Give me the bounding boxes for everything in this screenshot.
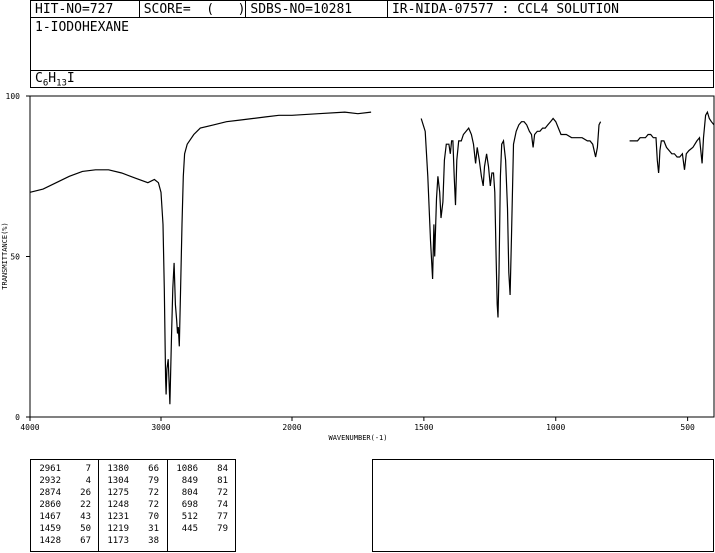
- structure-box: [372, 459, 714, 552]
- peak-wavenumber: 1219: [107, 524, 129, 534]
- peak-wavenumber: 1231: [107, 512, 129, 522]
- peak-table: 2961 7 2932 4 2874 26 2860 22 1467 43 1459 50 1428 67…: [30, 459, 236, 552]
- y-tick-label: 100: [6, 92, 21, 101]
- peak-transmittance: 22: [80, 500, 91, 510]
- peak-wavenumber: 445: [181, 524, 198, 534]
- peak-transmittance: 43: [80, 512, 91, 522]
- peak-column: 2961 7 2932 4 2874 26 2860 22 1467 43 1459 50 1428 67: [31, 460, 99, 551]
- peak-wavenumber: 512: [181, 512, 198, 522]
- spectrum-segment-3: [629, 110, 715, 174]
- peak-wavenumber: 2874: [39, 488, 61, 498]
- peak-transmittance: 67: [80, 536, 91, 546]
- peak-row: 1275 72: [99, 487, 167, 499]
- peak-transmittance: 79: [148, 476, 159, 486]
- peak-wavenumber: 1380: [107, 464, 129, 474]
- peak-transmittance: 74: [217, 500, 228, 510]
- y-tick-label: 0: [15, 413, 20, 422]
- peak-transmittance: 72: [148, 488, 159, 498]
- peak-transmittance: 81: [217, 476, 228, 486]
- peak-row: 1428 67: [31, 535, 98, 547]
- peak-row: 2961 7: [31, 463, 98, 475]
- peak-wavenumber: 804: [181, 488, 198, 498]
- peak-wavenumber: 849: [181, 476, 198, 486]
- peak-row: 1086 84: [168, 463, 235, 475]
- peak-wavenumber: 2932: [39, 476, 61, 486]
- x-tick-label: 4000: [20, 423, 39, 432]
- peak-row: 2860 22: [31, 499, 98, 511]
- x-tick-label: 1500: [414, 423, 433, 432]
- peak-row: 2932 4: [31, 475, 98, 487]
- peak-row: 804 72: [168, 487, 235, 499]
- peak-transmittance: 50: [80, 524, 91, 534]
- spectrum-segment-1: [29, 111, 372, 405]
- plot-frame: [29, 95, 715, 418]
- peak-row: 1304 79: [99, 475, 167, 487]
- peak-transmittance: 72: [217, 488, 228, 498]
- peak-wavenumber: 2961: [39, 464, 61, 474]
- x-tick-label: 2000: [282, 423, 301, 432]
- peak-row: 445 79: [168, 523, 235, 535]
- peak-transmittance: 26: [80, 488, 91, 498]
- peak-transmittance: 31: [148, 524, 159, 534]
- peak-wavenumber: 1428: [39, 536, 61, 546]
- peak-row: 1231 70: [99, 511, 167, 523]
- x-tick-label: 3000: [151, 423, 170, 432]
- peak-row: 1219 31: [99, 523, 167, 535]
- peak-wavenumber: 1086: [176, 464, 198, 474]
- peak-row: 1467 43: [31, 511, 98, 523]
- x-tick-label: 1000: [546, 423, 565, 432]
- peak-transmittance: 4: [85, 476, 91, 486]
- y-tick-label: 50: [10, 253, 20, 262]
- peak-wavenumber: 1275: [107, 488, 129, 498]
- peak-transmittance: 77: [217, 512, 228, 522]
- peak-wavenumber: 698: [181, 500, 198, 510]
- peak-wavenumber: 1173: [107, 536, 129, 546]
- peak-transmittance: 70: [148, 512, 159, 522]
- y-axis-label: TRANSMITTANCE(%): [1, 222, 9, 289]
- peak-transmittance: 84: [217, 464, 228, 474]
- peak-wavenumber: 1248: [107, 500, 129, 510]
- peak-column: 1380 66 1304 79 1275 72 1248 72 1231 70 1219 31 1173…: [99, 460, 168, 551]
- peak-transmittance: 72: [148, 500, 159, 510]
- peak-row: 1459 50: [31, 523, 98, 535]
- peak-transmittance: 38: [148, 536, 159, 546]
- x-axis-label: WAVENUMBER(-1): [328, 434, 387, 442]
- peak-wavenumber: 2860: [39, 500, 61, 510]
- peak-row: 2874 26: [31, 487, 98, 499]
- peak-wavenumber: 1467: [39, 512, 61, 522]
- peak-transmittance: 66: [148, 464, 159, 474]
- peak-row: 1380 66: [99, 463, 167, 475]
- peak-wavenumber: 1459: [39, 524, 61, 534]
- peak-transmittance: 7: [85, 464, 91, 474]
- x-tick-label: 500: [680, 423, 695, 432]
- peak-transmittance: 79: [217, 524, 228, 534]
- spectrum-segment-2: [420, 117, 602, 318]
- peak-row: 1173 38: [99, 535, 167, 547]
- peak-row: 849 81: [168, 475, 235, 487]
- peak-column: 1086 84 849 81 804 72 698 74 512 77 445 79: [168, 460, 235, 551]
- peak-wavenumber: 1304: [107, 476, 129, 486]
- peak-row: 512 77: [168, 511, 235, 523]
- peak-row: 1248 72: [99, 499, 167, 511]
- peak-row: 698 74: [168, 499, 235, 511]
